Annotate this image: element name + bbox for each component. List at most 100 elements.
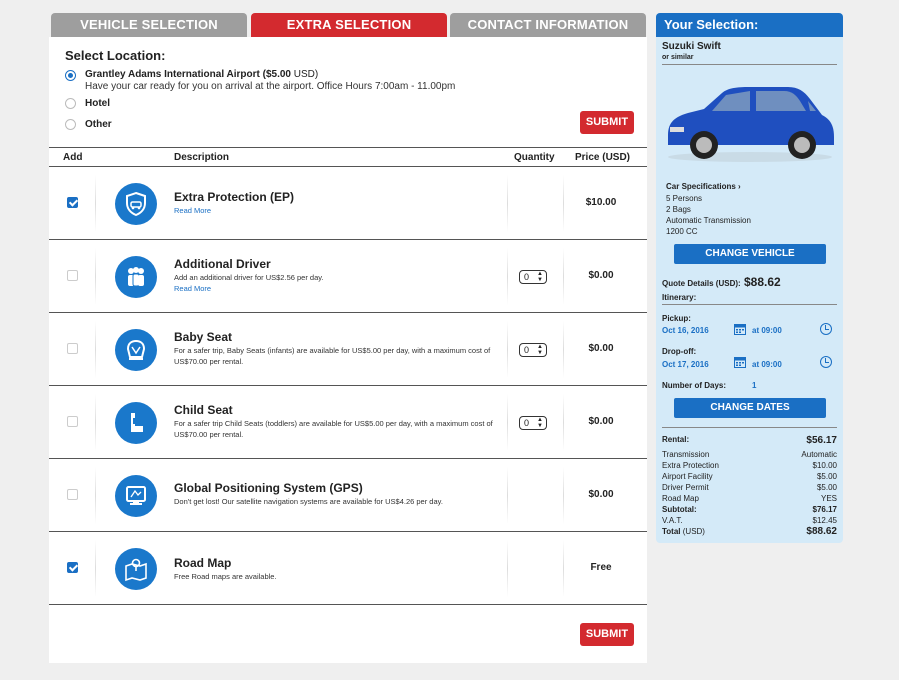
cost-value: $5.00 xyxy=(816,483,837,492)
item-title: Road Map xyxy=(174,556,232,570)
car-specifications-link[interactable]: Car Specifications › xyxy=(666,182,741,191)
add-checkbox[interactable] xyxy=(67,416,78,427)
item-price: $0.00 xyxy=(588,270,614,281)
dropoff-date: Oct 17, 2016 xyxy=(662,360,709,369)
dropoff-time: at 09:00 xyxy=(752,360,782,369)
main-panel: VEHICLE SELECTION EXTRA SELECTION CONTAC… xyxy=(49,13,647,663)
item-description: Add an additional driver for US$2.56 per… xyxy=(174,273,324,282)
cost-value: $5.00 xyxy=(816,472,837,481)
quantity-select[interactable]: 0 ▲ ▼ xyxy=(519,343,547,357)
radio-hotel[interactable] xyxy=(65,98,76,109)
dropoff-label: Drop-off: xyxy=(662,347,697,356)
item-title: Child Seat xyxy=(174,403,233,417)
quote-label: Quote Details (USD): xyxy=(662,279,741,288)
table-row: Extra Protection (EP) Read More $10.00 xyxy=(49,167,647,240)
cost-label: Rental: xyxy=(662,435,690,444)
tab-extra-selection[interactable]: EXTRA SELECTION xyxy=(251,13,447,37)
item-description: Free Road maps are available. xyxy=(174,572,277,581)
item-title: Additional Driver xyxy=(174,257,271,271)
tab-vehicle-selection[interactable]: VEHICLE SELECTION xyxy=(51,13,247,37)
calendar-icon[interactable] xyxy=(734,323,746,335)
spec-item: 2 Bags xyxy=(666,205,691,214)
quantity-select[interactable]: 0 ▲ ▼ xyxy=(519,416,547,430)
item-price: $0.00 xyxy=(588,489,614,500)
pickup-date: Oct 16, 2016 xyxy=(662,326,709,335)
add-checkbox[interactable] xyxy=(67,489,78,500)
option-airport-label: Grantley Adams International Airport ($5… xyxy=(85,69,319,80)
add-checkbox[interactable] xyxy=(67,197,78,208)
item-description: For a safer trip, Baby Seats (infants) a… xyxy=(174,346,491,366)
change-vehicle-button[interactable]: CHANGE VEHICLE xyxy=(674,244,826,264)
itinerary-label: Itinerary: xyxy=(662,293,697,302)
drivers-icon xyxy=(115,256,157,298)
gps-icon xyxy=(115,475,157,517)
car-image xyxy=(668,87,834,162)
your-selection-panel: Your Selection: Suzuki Swift or similar … xyxy=(656,13,843,543)
shield-car-icon xyxy=(115,183,157,225)
header-quantity: Quantity xyxy=(514,152,555,163)
header-add: Add xyxy=(63,152,83,163)
item-title: Extra Protection (EP) xyxy=(174,190,295,204)
cost-value: YES xyxy=(820,494,837,503)
option-hotel-label: Hotel xyxy=(85,98,110,109)
cost-label: Transmission xyxy=(662,450,710,459)
add-checkbox[interactable] xyxy=(67,562,78,573)
read-more-link[interactable]: Read More xyxy=(174,284,211,293)
radio-airport[interactable] xyxy=(65,70,76,81)
spec-item: 1200 CC xyxy=(666,227,698,236)
option-airport-note: Have your car ready for you on arrival a… xyxy=(85,81,456,92)
step-tabs: VEHICLE SELECTION EXTRA SELECTION CONTAC… xyxy=(49,13,647,37)
car-name: Suzuki Swift xyxy=(662,41,721,52)
days-label: Number of Days: xyxy=(662,381,727,390)
table-row: Road Map Free Road maps are available. F… xyxy=(49,532,647,605)
add-checkbox[interactable] xyxy=(67,343,78,354)
read-more-link[interactable]: Read More xyxy=(174,206,211,215)
spec-item: Automatic Transmission xyxy=(666,216,751,225)
clock-icon[interactable] xyxy=(820,323,832,335)
cost-label: Airport Facility xyxy=(662,472,713,481)
item-title: Baby Seat xyxy=(174,330,233,344)
days-value: 1 xyxy=(752,381,757,390)
child-seat-icon xyxy=(115,402,157,444)
table-row: Baby Seat For a safer trip, Baby Seats (… xyxy=(49,313,647,386)
submit-button-top[interactable]: SUBMIT xyxy=(580,111,634,134)
header-price: Price (USD) xyxy=(575,152,631,163)
item-price: Free xyxy=(590,562,612,573)
cost-label: Total (USD) xyxy=(662,527,705,536)
tab-contact-information[interactable]: CONTACT INFORMATION xyxy=(450,13,646,37)
quantity-select[interactable]: 0 ▲ ▼ xyxy=(519,270,547,284)
selection-title: Your Selection: xyxy=(656,13,843,37)
quote-value: $88.62 xyxy=(744,275,781,289)
table-row: Additional Driver Add an additional driv… xyxy=(49,240,647,313)
cost-label: Driver Permit xyxy=(662,483,709,492)
header-description: Description xyxy=(174,152,230,163)
item-price: $0.00 xyxy=(588,343,614,354)
cost-value: Automatic xyxy=(801,450,837,459)
road-map-icon xyxy=(115,548,157,590)
radio-other[interactable] xyxy=(65,119,76,130)
cost-value: $76.17 xyxy=(812,505,837,514)
calendar-icon[interactable] xyxy=(734,356,746,368)
car-similar: or similar xyxy=(662,54,694,61)
cost-label: Extra Protection xyxy=(662,461,719,470)
clock-icon[interactable] xyxy=(820,356,832,368)
item-description: For a safer trip Child Seats (toddlers) … xyxy=(174,419,493,439)
item-price: $10.00 xyxy=(585,197,617,208)
item-price: $0.00 xyxy=(588,416,614,427)
cost-label: Subtotal: xyxy=(662,505,697,514)
location-title: Select Location: xyxy=(65,48,166,63)
change-dates-button[interactable]: CHANGE DATES xyxy=(674,398,826,418)
pickup-time: at 09:00 xyxy=(752,326,782,335)
cost-label: Road Map xyxy=(662,494,699,503)
baby-seat-icon xyxy=(115,329,157,371)
cost-value: $10.00 xyxy=(812,461,837,470)
location-section: Select Location: Grantley Adams Internat… xyxy=(65,48,635,148)
pickup-label: Pickup: xyxy=(662,314,691,323)
add-checkbox[interactable] xyxy=(67,270,78,281)
cost-value: $12.45 xyxy=(812,516,837,525)
cost-value: $56.17 xyxy=(806,435,837,446)
item-title: Global Positioning System (GPS) xyxy=(174,481,363,495)
option-other-label: Other xyxy=(85,119,112,130)
table-row: Global Positioning System (GPS) Don't ge… xyxy=(49,459,647,532)
submit-button-bottom[interactable]: SUBMIT xyxy=(580,623,634,646)
